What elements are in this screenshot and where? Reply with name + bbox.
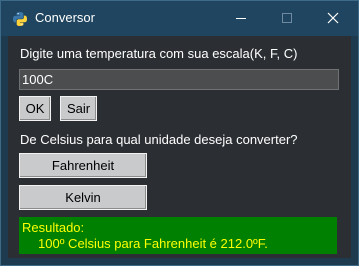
conversor-window: Conversor Digite uma temperatura com sua…	[0, 0, 359, 266]
minimize-button[interactable]	[218, 1, 264, 36]
client-area: Digite uma temperatura com sua escala(K,…	[8, 36, 351, 258]
ok-button[interactable]: OK	[19, 96, 51, 121]
temperature-input[interactable]	[19, 69, 339, 90]
window-title: Conversor	[35, 10, 95, 25]
exit-button[interactable]: Sair	[60, 96, 97, 121]
kelvin-button[interactable]: Kelvin	[19, 185, 147, 210]
close-icon	[327, 12, 339, 24]
maximize-button[interactable]	[264, 1, 310, 36]
fahrenheit-button[interactable]: Fahrenheit	[19, 153, 147, 178]
python-icon	[13, 12, 27, 26]
result-panel: Resultado: 100º Celsius para Fahrenheit …	[19, 217, 337, 254]
close-button[interactable]	[310, 1, 356, 36]
maximize-icon	[282, 13, 292, 23]
temperature-prompt-label: Digite uma temperatura com sua escala(K,…	[20, 46, 298, 61]
result-title: Resultado:	[22, 220, 85, 235]
title-bar[interactable]: Conversor	[1, 1, 358, 36]
minimize-icon	[236, 18, 246, 19]
result-text: 100º Celsius para Fahrenheit é 212.0ºF.	[38, 236, 268, 251]
conversion-question-label: De Celsius para qual unidade deseja conv…	[20, 132, 298, 147]
